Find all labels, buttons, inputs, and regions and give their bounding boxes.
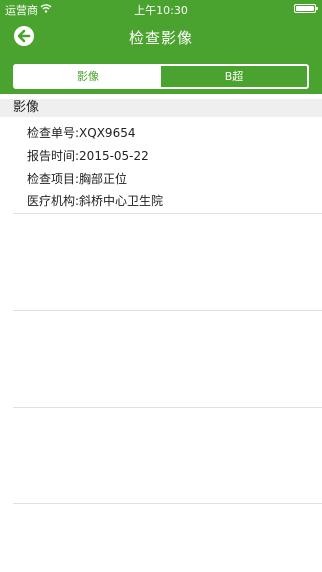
page-title: 检查影像 xyxy=(128,29,193,47)
detail-check-item: 检查项目:胸部正位 xyxy=(27,172,128,186)
segment-b-ultrasound[interactable]: B超 xyxy=(161,66,307,87)
row-divider xyxy=(13,407,322,408)
battery-icon xyxy=(294,4,318,13)
status-bar: 运营商 上午10:30 xyxy=(0,0,322,18)
row-divider xyxy=(13,310,322,311)
detail-check-number: 检查单号:XQX9654 xyxy=(27,126,136,140)
status-time: 上午10:30 xyxy=(134,4,188,17)
row-divider xyxy=(13,213,322,214)
detail-institution: 医疗机构:斜桥中心卫生院 xyxy=(27,194,164,208)
detail-report-time: 报告时间:2015-05-22 xyxy=(27,149,149,163)
header: 运营商 上午10:30 检查影像 影像 B超 xyxy=(0,0,322,94)
section-header: 影像 xyxy=(0,99,322,117)
row-divider xyxy=(13,503,322,504)
segmented-control: 影像 B超 xyxy=(13,64,309,89)
segment-image[interactable]: 影像 xyxy=(15,66,161,87)
nav-bar: 检查影像 xyxy=(0,20,322,52)
section-title: 影像 xyxy=(13,100,40,115)
